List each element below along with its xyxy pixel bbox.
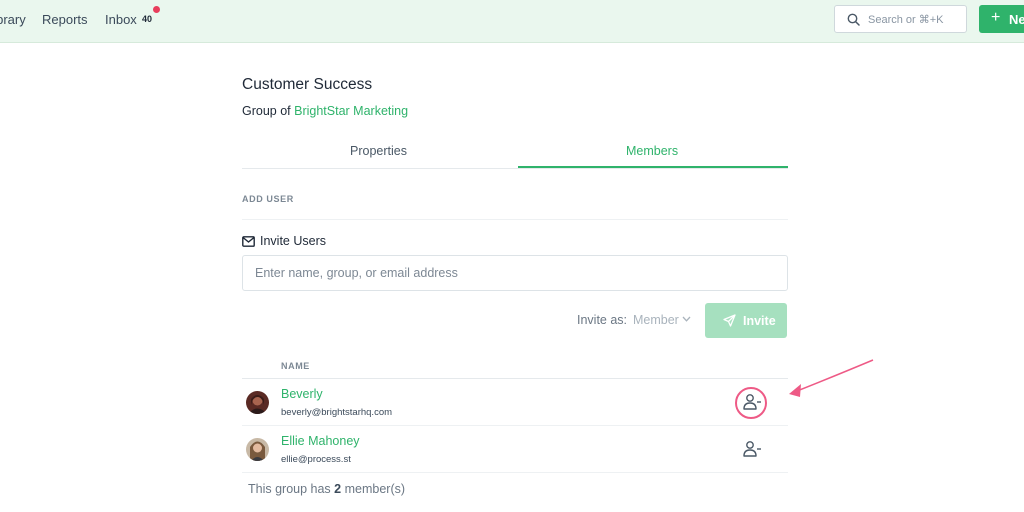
tab-bar: Properties Members	[242, 138, 788, 169]
new-button-label: New	[1009, 12, 1024, 27]
nav-reports[interactable]: Reports	[42, 12, 88, 27]
inbox-count-badge: 40	[142, 14, 153, 24]
page-title: Customer Success	[242, 76, 373, 93]
invite-button-label: Invite	[743, 314, 776, 328]
plus-icon: +	[991, 9, 1001, 26]
avatar	[246, 438, 269, 461]
parent-group-link[interactable]: BrightStar Marketing	[294, 104, 408, 118]
member-name[interactable]: Beverly	[281, 387, 323, 401]
invite-users-label: Invite Users	[260, 234, 326, 248]
nav-library[interactable]: Library	[0, 12, 26, 27]
invite-users-heading: Invite Users	[242, 234, 326, 248]
member-row: Ellie Mahoney ellie@process.st	[242, 426, 788, 473]
divider	[242, 219, 788, 220]
add-user-section-label: ADD USER	[242, 194, 294, 204]
send-icon	[723, 314, 736, 327]
new-button[interactable]: + New	[979, 5, 1024, 33]
search-box[interactable]: Search or ⌘+K	[834, 5, 967, 33]
member-count-text: This group has 2 member(s)	[248, 482, 405, 496]
annotation-arrowhead	[789, 384, 801, 397]
remove-user-icon[interactable]	[742, 440, 762, 458]
role-select[interactable]: Member	[633, 313, 691, 327]
annotation-arrow	[791, 359, 874, 394]
invite-button[interactable]: Invite	[705, 303, 787, 338]
top-bar: Library Reports Inbox 40 Search or ⌘+K +…	[0, 0, 1024, 43]
tab-members[interactable]: Members	[626, 144, 678, 158]
mail-icon	[242, 236, 255, 247]
name-column-header: NAME	[281, 361, 310, 371]
avatar	[246, 391, 269, 414]
chevron-down-icon	[682, 316, 691, 322]
member-email: beverly@brightstarhq.com	[281, 407, 393, 418]
member-count-suffix: member(s)	[344, 482, 406, 496]
role-select-value: Member	[633, 313, 679, 327]
member-count-value: 2	[334, 482, 342, 496]
member-count-prefix: This group has	[248, 482, 331, 496]
active-tab-indicator	[518, 166, 788, 168]
search-placeholder: Search or ⌘+K	[868, 14, 944, 26]
member-name[interactable]: Ellie Mahoney	[281, 434, 360, 448]
invite-input[interactable]	[242, 255, 788, 291]
invite-as-label: Invite as:	[577, 313, 628, 327]
search-icon	[847, 13, 860, 26]
notification-dot	[153, 6, 160, 13]
tab-properties[interactable]: Properties	[350, 144, 407, 158]
nav-inbox[interactable]: Inbox	[105, 12, 137, 27]
member-email: ellie@process.st	[281, 454, 351, 465]
group-parent: Group of BrightStar Marketing	[242, 104, 408, 118]
member-row: Beverly beverly@brightstarhq.com	[242, 379, 788, 426]
remove-user-icon[interactable]	[742, 393, 762, 411]
group-of-prefix: Group of	[242, 104, 291, 118]
